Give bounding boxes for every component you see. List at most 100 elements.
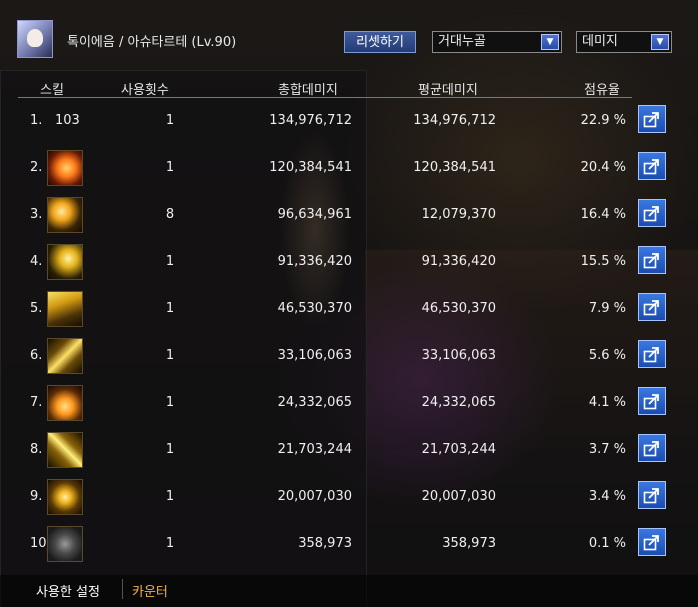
table-row: 10. 1 358,973 358,973 0.1 % [0,524,698,564]
share-button[interactable] [638,293,666,321]
share-arrow-icon [643,300,659,316]
share-percent: 16.4 % [580,207,626,222]
table-header: 스킬 사용횟수 총합데미지 평균데미지 점유율 [18,77,632,98]
share-button[interactable] [638,340,666,368]
use-count: 1 [165,442,175,457]
share-arrow-icon [643,253,659,269]
column-average-damage: 평균데미지 [418,83,478,98]
use-count: 1 [165,160,175,175]
metric-select[interactable]: 데미지 ▼ [576,31,672,53]
share-percent: 3.4 % [588,489,626,504]
use-count: 1 [165,254,175,269]
row-rank: 1. [30,113,43,128]
share-button[interactable] [638,387,666,415]
table-row: 6. 1 33,106,063 33,106,063 5.6 % [0,336,698,376]
share-percent: 20.4 % [580,160,626,175]
row-rank: 3. [30,207,43,222]
share-arrow-icon [643,112,659,128]
column-skill: 스킬 [40,83,64,98]
avatar [17,20,53,58]
share-percent: 5.6 % [588,348,626,363]
boss-select-value: 거대누골 [438,34,486,49]
character-title: 톡이에음 / 아슈타르테 (Lv.90) [67,35,237,50]
metric-select-value: 데미지 [582,34,618,49]
use-count: 1 [165,348,175,363]
share-button[interactable] [638,481,666,509]
average-damage: 91,336,420 [421,254,496,269]
use-count: 1 [165,395,175,410]
average-damage: 20,007,030 [421,489,496,504]
lightning-skill-icon [47,432,83,468]
wave-slash-skill-icon [47,291,83,327]
table-row: 2. 1 120,384,541 120,384,541 20.4 % [0,148,698,188]
share-arrow-icon [643,347,659,363]
share-button[interactable] [638,152,666,180]
share-button[interactable] [638,528,666,556]
table-row: 1. 103 1 134,976,712 134,976,712 22.9 % [0,101,698,141]
reset-button[interactable]: 리셋하기 [344,31,416,53]
table-row: 9. 1 20,007,030 20,007,030 3.4 % [0,477,698,517]
table-row: 3. 8 96,634,961 12,079,370 16.4 % [0,195,698,235]
use-count: 1 [165,489,175,504]
row-rank: 4. [30,254,43,269]
total-damage: 21,703,244 [277,442,352,457]
share-arrow-icon [643,394,659,410]
row-rank: 7. [30,395,43,410]
share-arrow-icon [643,441,659,457]
share-arrow-icon [643,206,659,222]
share-arrow-icon [643,159,659,175]
tab-used-settings[interactable]: 사용한 설정 [36,581,100,600]
average-damage: 21,703,244 [421,442,496,457]
use-count: 8 [165,207,175,222]
table-row: 5. 1 46,530,370 46,530,370 7.9 % [0,289,698,329]
total-damage: 20,007,030 [277,489,352,504]
share-percent: 22.9 % [580,113,626,128]
skill-icon-placeholder: 103 [55,113,80,128]
use-count: 1 [165,113,175,128]
total-damage: 46,530,370 [277,301,352,316]
share-arrow-icon [643,535,659,551]
total-damage: 358,973 [298,536,352,551]
share-button[interactable] [638,246,666,274]
tab-counter[interactable]: 카운터 [132,581,168,600]
total-damage: 134,976,712 [269,113,352,128]
share-percent: 4.1 % [588,395,626,410]
row-rank: 8. [30,442,43,457]
average-damage: 46,530,370 [421,301,496,316]
use-count: 1 [165,536,175,551]
crescent-skill-icon [47,244,83,280]
average-damage: 12,079,370 [421,207,496,222]
share-percent: 7.9 % [588,301,626,316]
gear-skill-icon [47,526,83,562]
chevron-down-icon[interactable]: ▼ [651,34,669,50]
column-use-count: 사용횟수 [121,83,169,98]
total-damage: 24,332,065 [277,395,352,410]
vortex-skill-icon [47,479,83,515]
total-damage: 96,634,961 [277,207,352,222]
chevron-down-icon[interactable]: ▼ [541,34,559,50]
average-damage: 120,384,541 [413,160,496,175]
total-damage: 120,384,541 [269,160,352,175]
share-percent: 3.7 % [588,442,626,457]
sun-burst-skill-icon [47,150,83,186]
row-rank: 5. [30,301,43,316]
share-button[interactable] [638,199,666,227]
share-arrow-icon [643,488,659,504]
average-damage: 358,973 [442,536,496,551]
beam-skill-icon [47,338,83,374]
share-percent: 0.1 % [588,536,626,551]
share-button[interactable] [638,105,666,133]
table-row: 8. 1 21,703,244 21,703,244 3.7 % [0,430,698,470]
flame-skill-icon [47,385,83,421]
row-rank: 9. [30,489,43,504]
average-damage: 33,106,063 [421,348,496,363]
orb-spiral-skill-icon [47,197,83,233]
use-count: 1 [165,301,175,316]
share-button[interactable] [638,434,666,462]
column-total-damage: 총합데미지 [278,83,338,98]
boss-select[interactable]: 거대누골 ▼ [432,31,562,53]
total-damage: 33,106,063 [277,348,352,363]
row-rank: 2. [30,160,43,175]
share-percent: 15.5 % [580,254,626,269]
table-row: 7. 1 24,332,065 24,332,065 4.1 % [0,383,698,423]
